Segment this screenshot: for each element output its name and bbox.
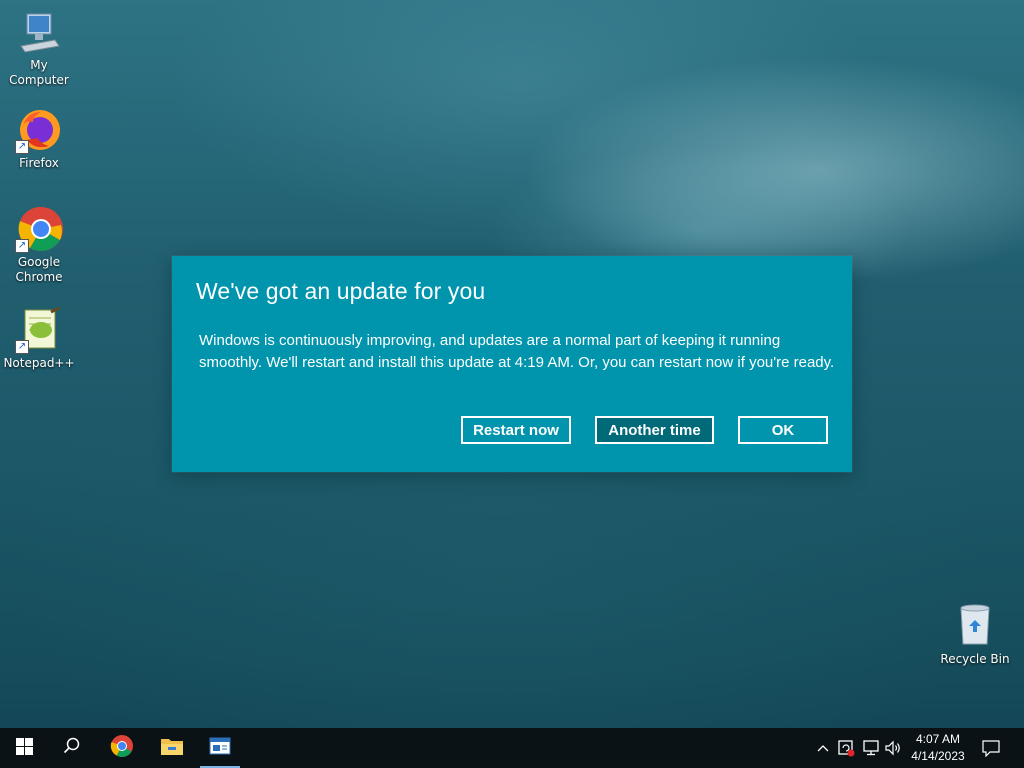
desktop-icon-recycle-bin[interactable]: Recycle Bin (936, 602, 1014, 667)
shortcut-arrow-icon: ↗ (15, 140, 29, 154)
desktop-icon-label: Notepad++ (3, 356, 75, 370)
file-explorer-icon (160, 736, 184, 760)
shortcut-arrow-icon: ↗ (15, 239, 29, 253)
desktop-icon-firefox[interactable]: ↗ Firefox (0, 106, 78, 171)
clock-date: 4/14/2023 (911, 749, 965, 763)
start-button[interactable] (0, 728, 48, 768)
taskbar-chrome[interactable] (98, 728, 146, 768)
search-icon (63, 737, 81, 759)
notepad-plus-plus-icon: ↗ (15, 306, 63, 354)
chrome-icon: ↗ (15, 205, 63, 253)
taskbar: 4:07 AM 4/14/2023 (0, 728, 1024, 768)
chrome-icon (110, 734, 134, 762)
desktop-icon-label: Google Chrome (15, 255, 63, 284)
taskbar-clock[interactable]: 4:07 AM 4/14/2023 (906, 731, 970, 765)
desktop-icon-google-chrome[interactable]: ↗ Google Chrome (0, 205, 78, 285)
dialog-message: Windows is continuously improving, and u… (199, 332, 835, 371)
computer-icon (15, 8, 63, 56)
update-dialog: We've got an update for you Windows is c… (172, 256, 852, 472)
chevron-up-icon[interactable] (814, 739, 832, 757)
shortcut-arrow-icon: ↗ (15, 340, 29, 354)
desktop-icon-label: My Computer (9, 58, 69, 87)
volume-icon[interactable] (884, 739, 902, 757)
search-button[interactable] (48, 728, 96, 768)
firefox-icon: ↗ (15, 106, 63, 154)
desktop: My Computer ↗ Firefox ↗ Google Chrome ↗ … (0, 0, 1024, 768)
action-center-icon[interactable] (982, 739, 1000, 757)
restart-now-button[interactable]: Restart now (461, 416, 571, 444)
desktop-icon-label: Firefox (19, 156, 59, 170)
desktop-icon-notepad-plus-plus[interactable]: ↗ Notepad++ (0, 306, 78, 371)
desktop-icon-label: Recycle Bin (940, 652, 1010, 666)
network-icon[interactable] (862, 739, 880, 757)
desktop-icon-my-computer[interactable]: My Computer (0, 8, 78, 88)
windows-start-icon (15, 737, 33, 759)
taskbar-app-window[interactable] (196, 728, 244, 768)
recycle-bin-icon (951, 602, 999, 650)
update-alert-icon[interactable] (837, 739, 855, 757)
dialog-title: We've got an update for you (196, 278, 486, 304)
ok-button[interactable]: OK (738, 416, 828, 444)
clock-time: 4:07 AM (915, 732, 961, 746)
another-time-button[interactable]: Another time (595, 416, 714, 444)
taskbar-file-explorer[interactable] (148, 728, 196, 768)
app-window-icon (209, 737, 231, 759)
